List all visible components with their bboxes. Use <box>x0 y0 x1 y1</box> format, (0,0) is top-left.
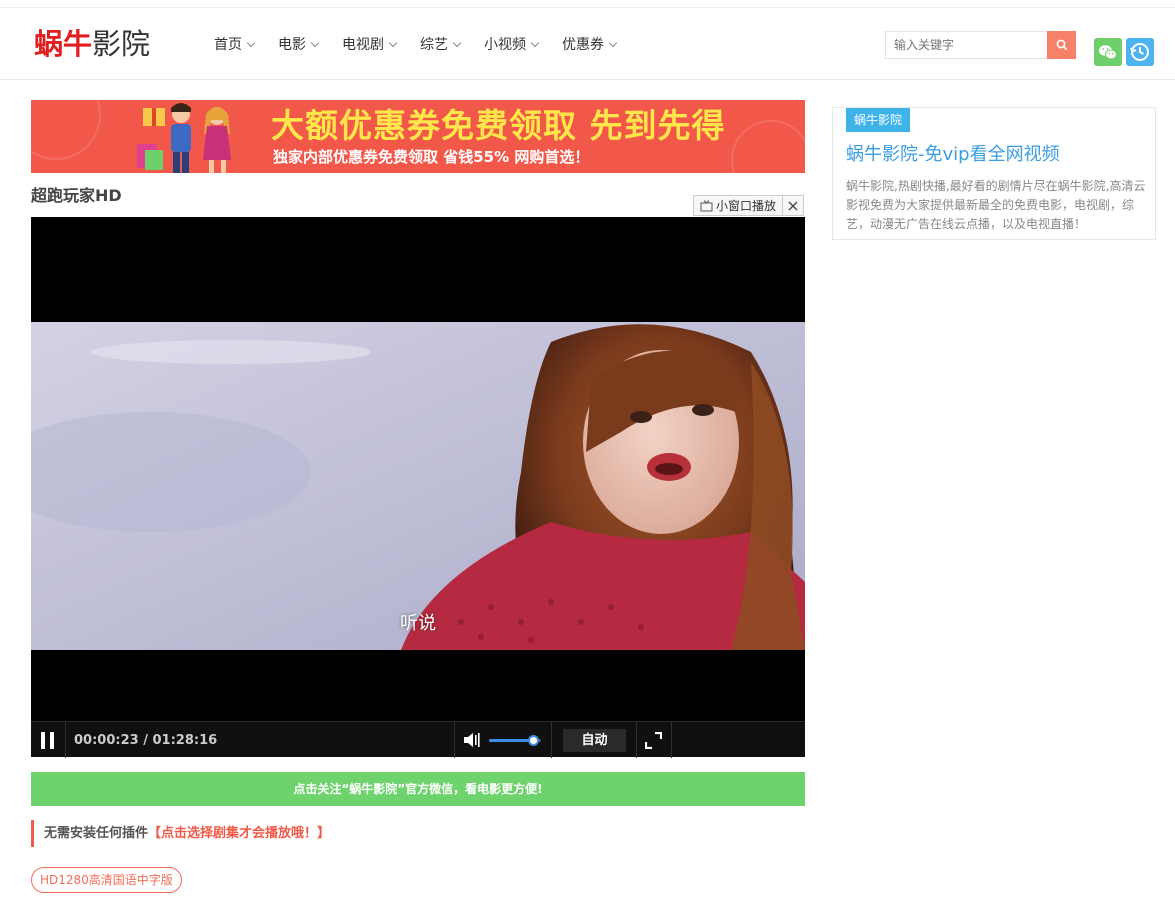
chevron-down-icon <box>246 38 256 48</box>
volume-knob[interactable] <box>527 735 539 746</box>
tv-icon <box>700 199 713 211</box>
banner-decoration <box>731 120 805 173</box>
coupon-banner[interactable]: 大额优惠券免费领取 先到先得 独家内部优惠券免费领取 省钱55% 网购首选！ <box>31 100 805 173</box>
video-title: 超跑玩家HD <box>31 186 122 205</box>
search-input[interactable] <box>885 31 1048 59</box>
follow-wechat-bar[interactable]: 点击关注“蜗牛影院”官方微信，看电影更方便! <box>31 772 805 806</box>
pause-button[interactable] <box>39 732 55 749</box>
volume-slider[interactable] <box>489 735 541 746</box>
nav-item-short-video[interactable]: 小视频 <box>484 34 540 56</box>
chevron-down-icon <box>608 38 618 48</box>
history-button[interactable] <box>1126 38 1154 66</box>
banner-decoration <box>31 100 101 160</box>
history-icon <box>1130 43 1149 61</box>
control-divider <box>454 722 455 758</box>
site-logo[interactable]: 蜗牛影院 <box>34 26 150 62</box>
close-icon <box>788 201 798 210</box>
sidebar-tag: 蜗牛影院 <box>846 108 911 132</box>
chevron-down-icon <box>310 38 320 48</box>
pause-icon <box>50 732 54 749</box>
chevron-down-icon <box>388 38 398 48</box>
duration: 01:28:16 <box>152 733 218 748</box>
video-frame <box>31 322 805 650</box>
notice-highlight: 【点击选择剧集才会播放哦！】 <box>148 826 331 841</box>
logo-text-dark: 影院 <box>92 27 151 61</box>
nav-label: 电影 <box>278 37 306 53</box>
nav-item-variety[interactable]: 综艺 <box>420 34 462 56</box>
video-still-image <box>31 322 805 650</box>
volume-level <box>489 739 534 742</box>
nav-label: 优惠券 <box>562 37 604 53</box>
nav-item-coupon[interactable]: 优惠券 <box>562 34 618 56</box>
control-divider <box>65 722 66 758</box>
video-subtitle: 听说 <box>400 613 436 634</box>
nav-item-home[interactable]: 首页 <box>214 34 256 56</box>
fullscreen-icon[interactable] <box>645 732 662 749</box>
wechat-icon <box>1099 44 1117 59</box>
banner-headline: 大额优惠券免费领取 先到先得 <box>271 106 726 145</box>
nav-label: 综艺 <box>420 37 448 53</box>
banner-subline: 独家内部优惠券免费领取 省钱55% 网购首选！ <box>273 148 590 166</box>
mini-window-close-button[interactable] <box>782 195 804 216</box>
main-nav: 首页 电影 电视剧 综艺 小视频 优惠券 <box>214 34 640 56</box>
top-header: 蜗牛影院 首页 电影 电视剧 综艺 小视频 优惠券 <box>0 7 1175 80</box>
nav-label: 小视频 <box>484 37 526 53</box>
sidebar-title[interactable]: 蜗牛影院-免vip看全网视频 <box>846 142 1060 168</box>
sidebar-info-box: 蜗牛影院 蜗牛影院-免vip看全网视频 蜗牛影院,热剧快播,最好看的剧情片尽在蜗… <box>832 107 1156 240</box>
search-icon <box>1056 39 1067 51</box>
chevron-down-icon <box>530 38 540 48</box>
control-divider <box>636 722 637 758</box>
quality-selector[interactable]: 自动 <box>563 729 626 752</box>
nav-item-movie[interactable]: 电影 <box>278 34 320 56</box>
mini-window-button[interactable]: 小窗口播放 <box>693 195 783 216</box>
nav-label: 首页 <box>214 37 242 53</box>
mini-window-label: 小窗口播放 <box>716 199 777 213</box>
time-display: 00:00:23 / 01:28:16 <box>74 733 218 748</box>
volume-icon[interactable] <box>463 731 481 749</box>
plugin-notice: 无需安装任何插件【点击选择剧集才会播放哦！】 <box>31 820 330 847</box>
logo-text-red: 蜗牛 <box>34 27 93 61</box>
nav-item-tv[interactable]: 电视剧 <box>342 34 398 56</box>
control-divider <box>671 722 672 758</box>
current-time: 00:00:23 <box>74 733 139 748</box>
search-button[interactable] <box>1047 31 1076 59</box>
player-controls: 00:00:23 / 01:28:16 自动 <box>31 721 805 758</box>
video-player[interactable]: 听说 00:00:23 / 01:28:16 自动 <box>31 217 805 758</box>
shopping-couple-illustration <box>137 103 231 173</box>
episode-button[interactable]: HD1280高清国语中字版 <box>31 867 182 893</box>
chevron-down-icon <box>452 38 462 48</box>
control-divider <box>551 722 552 758</box>
wechat-button[interactable] <box>1094 38 1122 66</box>
sidebar-description: 蜗牛影院,热剧快播,最好看的剧情片尽在蜗牛影院,高清云影视免费为大家提供最新最全… <box>846 179 1146 231</box>
nav-label: 电视剧 <box>342 37 384 53</box>
notice-text: 无需安装任何插件 <box>44 826 149 841</box>
pause-icon <box>41 732 45 749</box>
